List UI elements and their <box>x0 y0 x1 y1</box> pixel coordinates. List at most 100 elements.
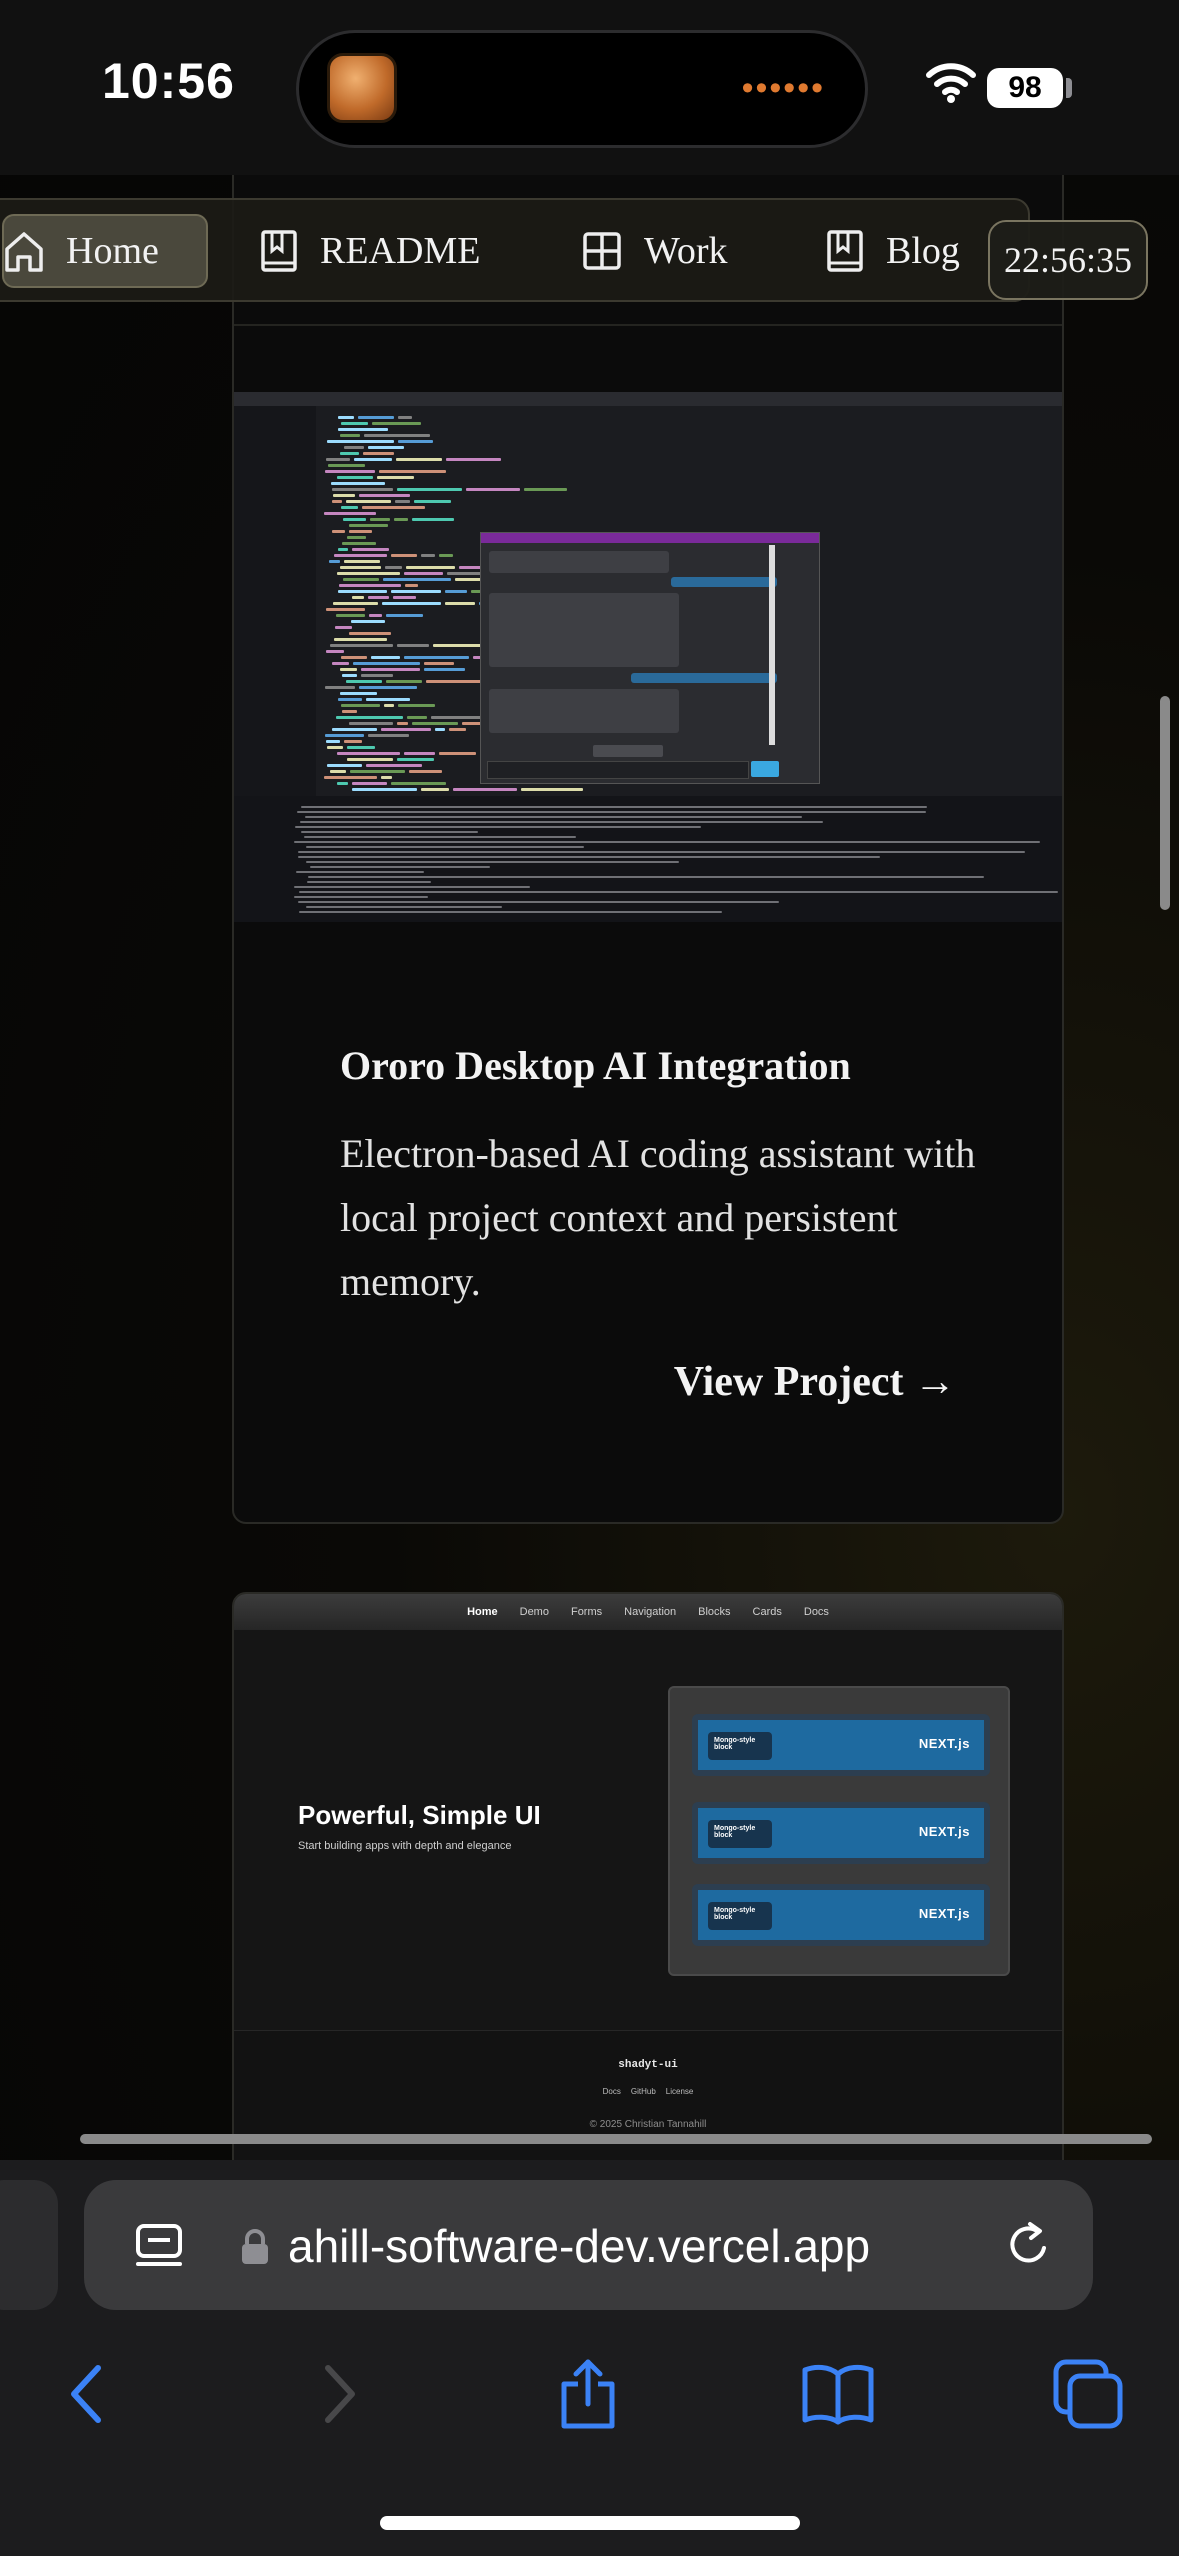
code-line <box>327 746 343 749</box>
code-line <box>341 656 367 659</box>
code-line <box>324 512 376 515</box>
chat-scrollbar <box>769 545 775 745</box>
chat-index-button <box>593 745 663 757</box>
code-line <box>379 470 446 473</box>
code-line <box>445 590 467 593</box>
terminal-line <box>304 836 576 838</box>
code-line <box>330 644 393 647</box>
terminal-line <box>298 901 779 903</box>
code-line <box>396 458 442 461</box>
terminal-line <box>299 911 722 913</box>
preview-nav-item: Forms <box>570 1606 603 1618</box>
code-line <box>363 452 394 455</box>
share-button[interactable] <box>548 2354 628 2434</box>
code-line <box>343 578 379 581</box>
preview-block-chip: Mongo-style block <box>708 1820 772 1848</box>
tabs-button[interactable] <box>1048 2354 1128 2434</box>
code-line <box>361 674 393 677</box>
code-line <box>453 788 517 791</box>
chat-bubble <box>671 577 777 587</box>
nav-item-work[interactable]: Work <box>582 214 727 288</box>
code-line <box>359 686 417 689</box>
code-line <box>338 698 362 701</box>
nav-item-home[interactable]: Home <box>2 214 208 288</box>
code-line <box>358 416 394 419</box>
terminal-line <box>308 876 984 878</box>
code-line <box>327 440 394 443</box>
tab-overview-icon[interactable] <box>134 2222 184 2277</box>
code-line <box>337 782 348 785</box>
code-line <box>449 728 466 731</box>
forward-button[interactable] <box>300 2354 380 2434</box>
preview-hero-title: Powerful, Simple UI <box>298 1800 541 1830</box>
code-line <box>332 488 393 491</box>
chat-send-button <box>751 761 779 777</box>
previous-tab-edge[interactable] <box>0 2180 58 2310</box>
code-line <box>409 770 442 773</box>
home-indicator <box>380 2516 800 2530</box>
code-line <box>334 554 387 557</box>
code-line <box>340 692 377 695</box>
code-line <box>346 500 391 503</box>
terminal-line <box>305 816 802 818</box>
preview-nav-item: Demo <box>519 1606 549 1618</box>
code-line <box>435 728 445 731</box>
code-line <box>407 716 427 719</box>
code-line <box>332 728 377 731</box>
tabs-icon <box>1053 2359 1123 2429</box>
terminal-line <box>296 871 424 873</box>
project-card[interactable]: Home Demo Forms Navigation Blocks Cards … <box>232 1592 1064 2160</box>
code-line <box>342 674 357 677</box>
code-line <box>325 686 355 689</box>
chat-bubble <box>489 551 669 573</box>
code-line <box>342 542 376 545</box>
preview-hero: Powerful, Simple UI Start building apps … <box>234 1630 1062 2030</box>
top-nav: Home README Work Blog <box>0 198 1030 302</box>
nav-item-label: Home <box>66 230 159 272</box>
preview-nav-item: Cards <box>752 1606 782 1618</box>
code-line <box>391 554 417 557</box>
code-line <box>395 500 410 503</box>
preview-block-logo: NEXT.js <box>918 1906 970 1921</box>
code-line <box>439 554 453 557</box>
code-line <box>404 572 443 575</box>
preview-block: Mongo-style block NEXT.js <box>692 1802 990 1864</box>
terminal-line <box>307 881 431 883</box>
nav-item-blog[interactable]: Blog <box>826 214 960 288</box>
terminal-line <box>294 841 1040 843</box>
book-icon <box>826 229 864 273</box>
code-line <box>349 632 391 635</box>
terminal-line <box>301 831 478 833</box>
vertical-scrollbar[interactable] <box>1160 696 1170 910</box>
view-project-link[interactable]: View Project → <box>674 1358 956 1406</box>
chat-bubble <box>489 689 679 733</box>
preview-footer-link: License <box>665 2087 694 2096</box>
terminal-line <box>294 896 428 898</box>
code-line <box>371 656 400 659</box>
code-line <box>352 788 417 791</box>
code-line <box>524 488 567 491</box>
code-line <box>446 458 501 461</box>
code-line <box>325 470 375 473</box>
code-line <box>326 650 344 653</box>
code-line <box>337 572 400 575</box>
code-line <box>381 776 392 779</box>
reload-icon[interactable] <box>1004 2220 1054 2275</box>
nav-item-readme[interactable]: README <box>260 214 480 288</box>
preview-footer-link: Docs <box>602 2087 621 2096</box>
code-line <box>328 464 365 467</box>
code-line <box>327 764 362 767</box>
web-page: Ororo Desktop AI Integration Electron-ba… <box>0 0 1179 2160</box>
project-screenshot[interactable] <box>234 392 1062 922</box>
code-line <box>342 710 357 713</box>
bookmarks-button[interactable] <box>798 2354 878 2434</box>
terminal-line <box>310 866 490 868</box>
code-line <box>393 596 416 599</box>
address-bar[interactable]: ahill-software-dev.vercel.app <box>84 2180 1093 2310</box>
code-line <box>386 614 423 617</box>
code-line <box>334 638 387 641</box>
code-line <box>326 740 340 743</box>
horizontal-scrollbar[interactable] <box>80 2134 1152 2144</box>
code-line <box>421 788 449 791</box>
back-button[interactable] <box>46 2354 126 2434</box>
